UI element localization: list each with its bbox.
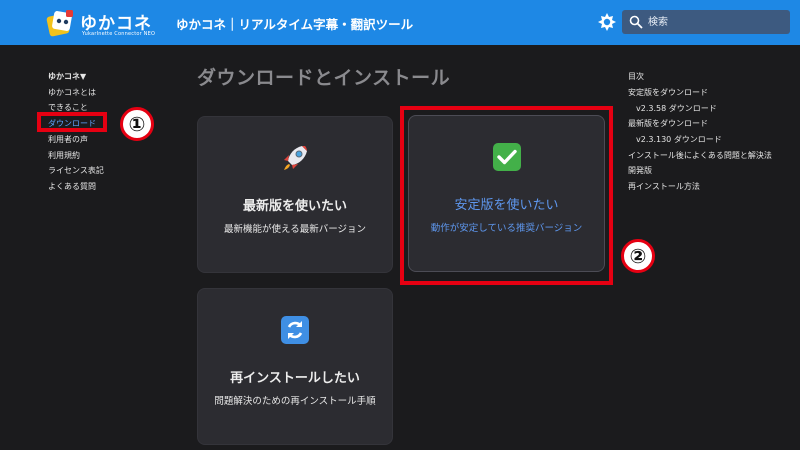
sidebar-item-about[interactable]: ゆかコネとは: [48, 85, 158, 101]
toc-item-v2358[interactable]: v2.3.58 ダウンロード: [628, 101, 788, 117]
toc-item-latest-download[interactable]: 最新版をダウンロード: [628, 116, 788, 132]
search-input[interactable]: [648, 13, 784, 31]
step-number-2: ②: [621, 239, 655, 273]
sidebar-item-terms[interactable]: 利用規約: [48, 148, 158, 164]
top-bar: ゆかコネ YukarInette Connector NEO ゆかコネ｜リアルタ…: [0, 0, 800, 45]
card-title: 再インストールしたい: [230, 371, 360, 386]
toc-item-troubleshooting[interactable]: インストール後によくある問題と解決法: [628, 148, 788, 163]
toc-item-v23130[interactable]: v2.3.130 ダウンロード: [628, 132, 788, 148]
card-title: 最新版を使いたい: [242, 199, 347, 214]
toc-item-reinstall[interactable]: 再インストール方法: [628, 179, 788, 195]
card-description: 問題解決のための再インストール手順: [214, 396, 376, 407]
card-description: 最新機能が使える最新バージョン: [223, 224, 367, 235]
search-box[interactable]: [622, 10, 790, 34]
table-of-contents: 目次 安定版をダウンロード v2.3.58 ダウンロード 最新版をダウンロード …: [628, 69, 788, 195]
brand-subtitle: YukarInette Connector NEO: [82, 31, 156, 37]
toc-heading: 目次: [628, 72, 644, 81]
highlight-box-stable: [400, 106, 613, 285]
rocket-icon: [284, 146, 307, 170]
logo-icon[interactable]: [46, 9, 76, 37]
site-title[interactable]: ゆかコネ｜リアルタイム字幕・翻訳ツール: [176, 14, 413, 33]
page-title: ダウンロードとインストール: [197, 67, 451, 89]
highlight-box-download: [37, 112, 107, 132]
sidebar-item-yukacone[interactable]: ゆかコネ▼: [48, 69, 158, 85]
card-latest-version[interactable]: 最新版を使いたい 最新機能が使える最新バージョン: [197, 116, 393, 273]
refresh-icon: [281, 316, 309, 344]
card-reinstall[interactable]: 再インストールしたい 問題解決のための再インストール手順: [197, 288, 393, 445]
theme-toggle-icon[interactable]: [598, 13, 616, 31]
toc-item-stable-download[interactable]: 安定版をダウンロード: [628, 85, 788, 101]
search-icon: [629, 15, 643, 29]
step-number-1: ①: [120, 107, 154, 141]
toc-item-dev-build[interactable]: 開発版: [628, 163, 788, 179]
sidebar-item-licenses[interactable]: ライセンス表記: [48, 163, 158, 179]
sidebar-item-faq[interactable]: よくある質問: [48, 179, 158, 195]
